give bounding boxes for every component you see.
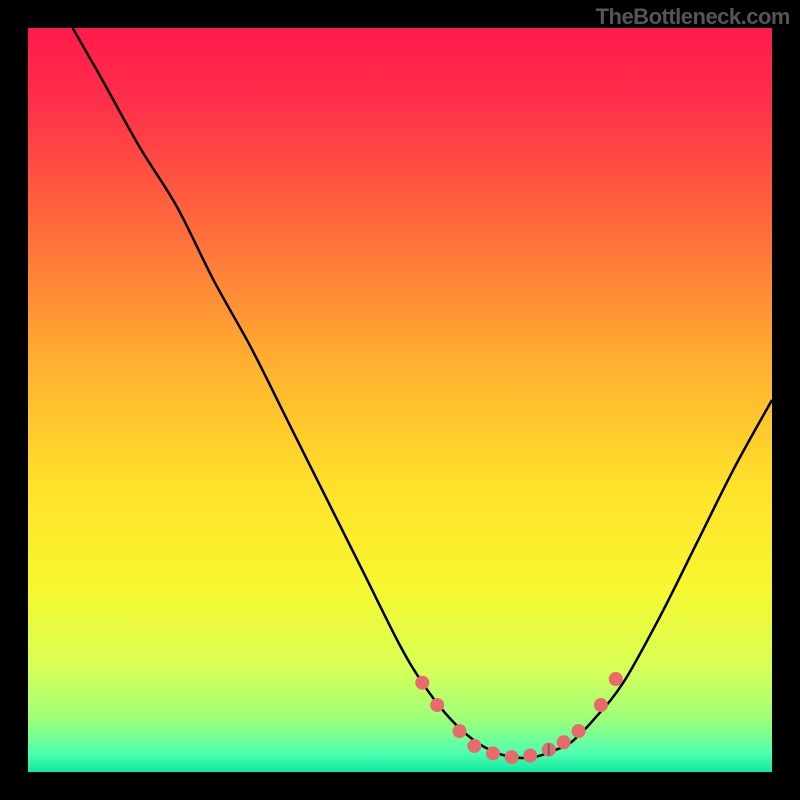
chart-container: TheBottleneck.com <box>0 0 800 800</box>
axis-tick <box>548 744 550 756</box>
data-marker <box>505 750 519 764</box>
data-marker <box>523 749 537 763</box>
data-marker <box>557 735 571 749</box>
data-marker <box>453 724 467 738</box>
data-marker <box>486 746 500 760</box>
data-marker <box>594 698 608 712</box>
marker-group <box>415 672 622 764</box>
watermark-text: TheBottleneck.com <box>596 4 790 30</box>
bottleneck-curve <box>73 28 772 758</box>
data-marker <box>572 724 586 738</box>
data-marker <box>415 676 429 690</box>
data-marker <box>430 698 444 712</box>
plot-area <box>28 28 772 772</box>
data-marker <box>467 739 481 753</box>
data-marker <box>609 672 623 686</box>
curve-layer <box>28 28 772 772</box>
